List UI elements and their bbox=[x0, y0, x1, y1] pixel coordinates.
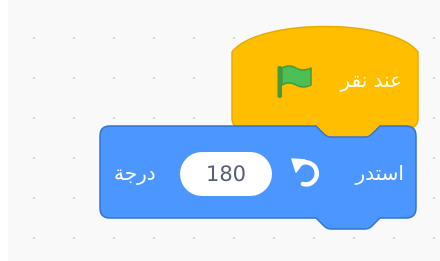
script-stack[interactable] bbox=[0, 0, 440, 261]
degrees-label: درجة bbox=[114, 161, 156, 185]
green-flag-icon bbox=[277, 65, 312, 98]
degrees-input[interactable]: 180 bbox=[180, 152, 272, 196]
when-flag-clicked-label: عند نقر bbox=[340, 68, 402, 92]
turn-left-icon bbox=[291, 158, 319, 187]
turn-label: استدر bbox=[355, 161, 404, 185]
